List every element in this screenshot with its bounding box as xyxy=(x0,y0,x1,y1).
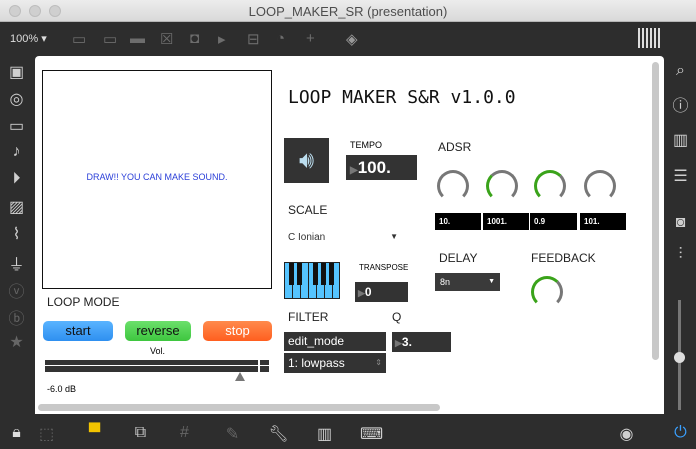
filter-type-value: 1: lowpass xyxy=(288,356,345,370)
camera-icon[interactable]: ◙ xyxy=(664,214,696,246)
v-icon[interactable]: ⓥ xyxy=(0,278,33,305)
q-label: Q xyxy=(392,310,402,324)
q-value: 3. xyxy=(401,335,412,349)
title-bar: LOOP_MAKER_SR (presentation) xyxy=(0,0,696,22)
updown-icon: ⇕ xyxy=(375,358,382,367)
scale-label: SCALE xyxy=(288,203,328,217)
zoom-select[interactable]: 100% ▾ xyxy=(10,32,47,45)
keyboard-icon[interactable]: ⌨ xyxy=(355,424,388,444)
zoom-value: 100% xyxy=(10,33,39,45)
release-dial[interactable] xyxy=(584,170,616,202)
vol-db-readout: -6.0 dB xyxy=(47,384,77,394)
number-icon[interactable]: ▸ xyxy=(218,30,226,48)
draw-lcd[interactable]: DRAW!! YOU CAN MAKE SOUND. xyxy=(42,70,272,289)
left-sidebar: ▣ ◎ ▭ ♪ ⏵ ▨ ⌇ ⏚ ⓥ ⓑ ★ xyxy=(0,62,33,359)
comment-icon[interactable]: ▬ xyxy=(130,30,145,47)
reverse-button[interactable]: reverse xyxy=(125,321,191,341)
chevron-down-icon: ▼ xyxy=(390,232,398,241)
gain-marker xyxy=(258,358,260,374)
attack-dial[interactable] xyxy=(437,170,469,202)
patch-cord-icon[interactable]: ✎ xyxy=(216,424,249,444)
window-title: LOOP_MAKER_SR (presentation) xyxy=(248,4,448,19)
image-icon[interactable]: ▨ xyxy=(0,197,33,224)
presentation-icon[interactable]: ▀ xyxy=(78,424,111,442)
toggle-icon[interactable]: ☒ xyxy=(160,30,173,48)
piano-icon[interactable]: ▥ xyxy=(308,424,341,444)
add-object-icon[interactable]: + xyxy=(306,30,315,47)
mixer-icon[interactable]: ⫶ xyxy=(664,246,696,276)
playback-icon[interactable]: ◉ xyxy=(610,424,643,444)
button-icon[interactable]: ◘ xyxy=(190,30,199,47)
tempo-number-box[interactable]: ▶100. xyxy=(346,155,417,180)
delay-value: 8n xyxy=(440,277,451,287)
release-value[interactable]: 101. xyxy=(580,213,626,230)
tempo-label: TEMPO xyxy=(350,140,383,150)
filter-label: FILTER xyxy=(288,310,329,324)
windows-icon[interactable]: ⧉ xyxy=(124,424,157,442)
tempo-value: 100. xyxy=(357,158,391,177)
dial-icon[interactable]: ◔ xyxy=(276,30,285,47)
package-icon[interactable]: ▣ xyxy=(0,62,33,89)
decay-dial[interactable] xyxy=(486,170,518,202)
bottom-toolbar: 🔒︎ ⬚ ▀ ⧉ # ✎ 🔧︎ ▥ ⌨ ◉ ⏻ xyxy=(0,418,696,449)
grid-icon[interactable] xyxy=(638,28,660,48)
attack-value[interactable]: 10. xyxy=(435,213,481,230)
grid-snap-icon[interactable]: # xyxy=(168,424,201,442)
keyboard-slider[interactable] xyxy=(284,262,340,299)
q-number-box[interactable]: ▶3. xyxy=(392,332,451,352)
select-icon[interactable]: ⬚ xyxy=(30,424,63,444)
transpose-number-box[interactable]: ▶0 xyxy=(355,282,408,302)
vol-label: Vol. xyxy=(150,346,166,356)
filter-mode-box[interactable]: edit_mode xyxy=(284,332,386,351)
lock-icon[interactable]: 🔒︎ xyxy=(0,424,33,442)
page-title: LOOP MAKER S&R v1.0.0 xyxy=(288,87,516,108)
star-icon[interactable]: ★ xyxy=(0,332,33,359)
volume-gain-slider[interactable] xyxy=(45,360,269,372)
sustain-dial[interactable] xyxy=(534,170,566,202)
vertical-scrollbar[interactable] xyxy=(652,62,659,360)
start-button[interactable]: start xyxy=(43,321,113,341)
delay-menu[interactable]: 8n ▼ xyxy=(435,273,500,291)
message-box-icon[interactable]: ▭ xyxy=(103,30,117,48)
master-volume-knob[interactable] xyxy=(674,352,685,363)
horizontal-scrollbar[interactable] xyxy=(38,404,440,411)
slider-icon[interactable]: ⊟ xyxy=(247,30,260,48)
scale-menu[interactable]: C Ionian ▼ xyxy=(288,232,400,243)
plug-icon[interactable]: ⏚ xyxy=(0,251,33,278)
list-icon[interactable]: ☰ xyxy=(664,166,696,214)
adsr-label: ADSR xyxy=(438,140,472,154)
stop-button[interactable]: stop xyxy=(203,321,272,341)
draw-message: DRAW!! YOU CAN MAKE SOUND. xyxy=(86,172,228,182)
scale-value: C Ionian xyxy=(288,232,326,243)
chevron-down-icon: ▼ xyxy=(488,278,495,285)
speaker-toggle-icon[interactable]: 🔊︎ xyxy=(284,138,329,183)
info-icon[interactable]: ⓘ xyxy=(664,92,696,130)
play-list-icon[interactable]: ⏵ xyxy=(0,170,33,197)
decay-value[interactable]: 1001. xyxy=(483,213,529,230)
power-icon[interactable]: ⏻ xyxy=(664,424,696,442)
paperclip-icon[interactable]: ⌇ xyxy=(0,224,33,251)
book-icon[interactable]: ▥ xyxy=(664,130,696,166)
wrench-icon[interactable]: 🔧︎ xyxy=(262,424,295,444)
music-note-icon[interactable]: ♪ xyxy=(0,143,33,170)
search-icon[interactable]: ⌕ xyxy=(664,62,696,92)
feedback-label: FEEDBACK xyxy=(531,251,596,265)
loop-mode-label: LOOP MODE xyxy=(47,295,120,309)
b-icon[interactable]: ⓑ xyxy=(0,305,33,332)
paint-bucket-icon[interactable]: ◈ xyxy=(346,30,358,48)
object-box-icon[interactable]: ▭ xyxy=(72,30,86,48)
transpose-label: TRANSPOSE xyxy=(359,263,409,272)
feedback-dial[interactable] xyxy=(531,276,564,304)
filter-type-menu[interactable]: 1: lowpass ⇕ xyxy=(284,353,386,373)
sustain-value[interactable]: 0.9 xyxy=(530,213,577,230)
right-sidebar: ⌕ ⓘ ▥ ☰ ◙ ⫶ xyxy=(664,62,696,276)
delay-label: DELAY xyxy=(439,251,478,265)
panel-icon[interactable]: ▭ xyxy=(0,116,33,143)
target-icon[interactable]: ◎ xyxy=(0,89,33,116)
transpose-value: 0 xyxy=(364,285,372,299)
gain-triangle-icon[interactable] xyxy=(235,372,245,381)
